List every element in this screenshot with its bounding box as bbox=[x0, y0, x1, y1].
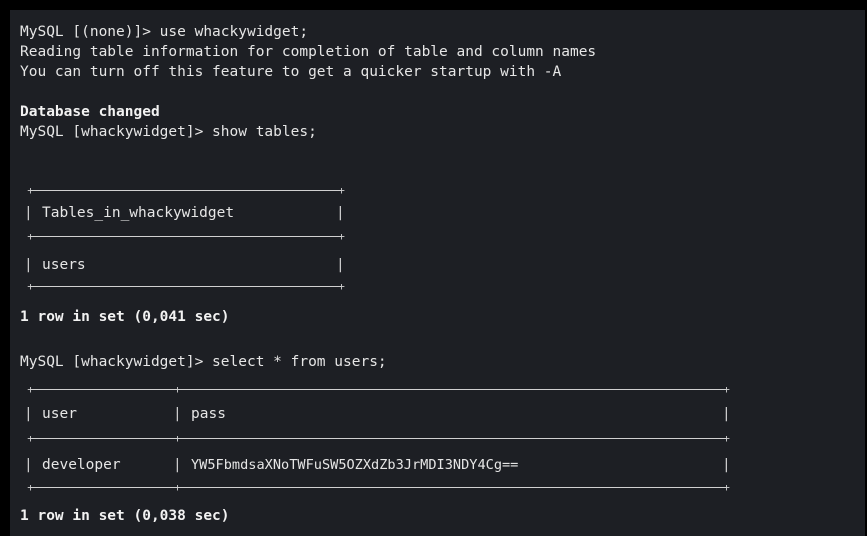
table-corner: + bbox=[27, 432, 34, 445]
table-header-cell: user bbox=[42, 406, 77, 422]
table-corner: + bbox=[723, 432, 730, 445]
table-border: | bbox=[722, 457, 731, 473]
table-border bbox=[30, 286, 341, 287]
table-border bbox=[30, 190, 341, 191]
table-corner: + bbox=[338, 230, 345, 243]
table-corner: + bbox=[27, 184, 34, 197]
table-corner: + bbox=[27, 230, 34, 243]
table-corner: + bbox=[338, 184, 345, 197]
table-header-cell: Tables_in_whackywidget bbox=[42, 205, 235, 221]
table-border bbox=[30, 438, 726, 439]
table-border: | bbox=[173, 406, 182, 422]
table-corner: + bbox=[174, 383, 181, 396]
terminal-line: 1 row in set (0,038 sec) bbox=[20, 508, 230, 524]
terminal-line: You can turn off this feature to get a q… bbox=[20, 64, 562, 80]
table-border: | bbox=[336, 257, 345, 273]
table-border: | bbox=[24, 257, 33, 273]
terminal-line: 1 row in set (0,041 sec) bbox=[20, 309, 230, 325]
terminal-line: MySQL [whackywidget]> select * from user… bbox=[20, 354, 387, 370]
table-border: | bbox=[24, 457, 33, 473]
terminal-line: Reading table information for completion… bbox=[20, 44, 597, 60]
table-border: | bbox=[722, 406, 731, 422]
table-border: | bbox=[173, 457, 182, 473]
table-corner: + bbox=[27, 481, 34, 494]
table-border: | bbox=[336, 205, 345, 221]
table-corner: + bbox=[174, 432, 181, 445]
terminal-line: MySQL [(none)]> use whackywidget; bbox=[20, 24, 309, 40]
table-corner: + bbox=[174, 481, 181, 494]
table-header-cell: pass bbox=[191, 406, 226, 422]
table-corner: + bbox=[723, 383, 730, 396]
table-border bbox=[30, 236, 341, 237]
table-corner: + bbox=[338, 280, 345, 293]
window-frame: MySQL [(none)]> use whackywidget; Readin… bbox=[0, 0, 867, 536]
table-cell: users bbox=[42, 257, 86, 273]
table-corner: + bbox=[723, 481, 730, 494]
table-corner: + bbox=[27, 280, 34, 293]
table-cell-pass: YW5FbmdsaXNoTWFuSW5OZXdZb3JrMDI3NDY4Cg== bbox=[191, 457, 519, 473]
table-cell-user: developer bbox=[42, 457, 121, 473]
terminal-line: MySQL [whackywidget]> show tables; bbox=[20, 124, 317, 140]
table-corner: + bbox=[27, 383, 34, 396]
terminal[interactable]: MySQL [(none)]> use whackywidget; Readin… bbox=[10, 10, 865, 536]
table-border bbox=[30, 487, 726, 488]
table-border: | bbox=[24, 205, 33, 221]
table-border: | bbox=[24, 406, 33, 422]
table-border bbox=[30, 389, 726, 390]
terminal-line: Database changed bbox=[20, 104, 160, 120]
